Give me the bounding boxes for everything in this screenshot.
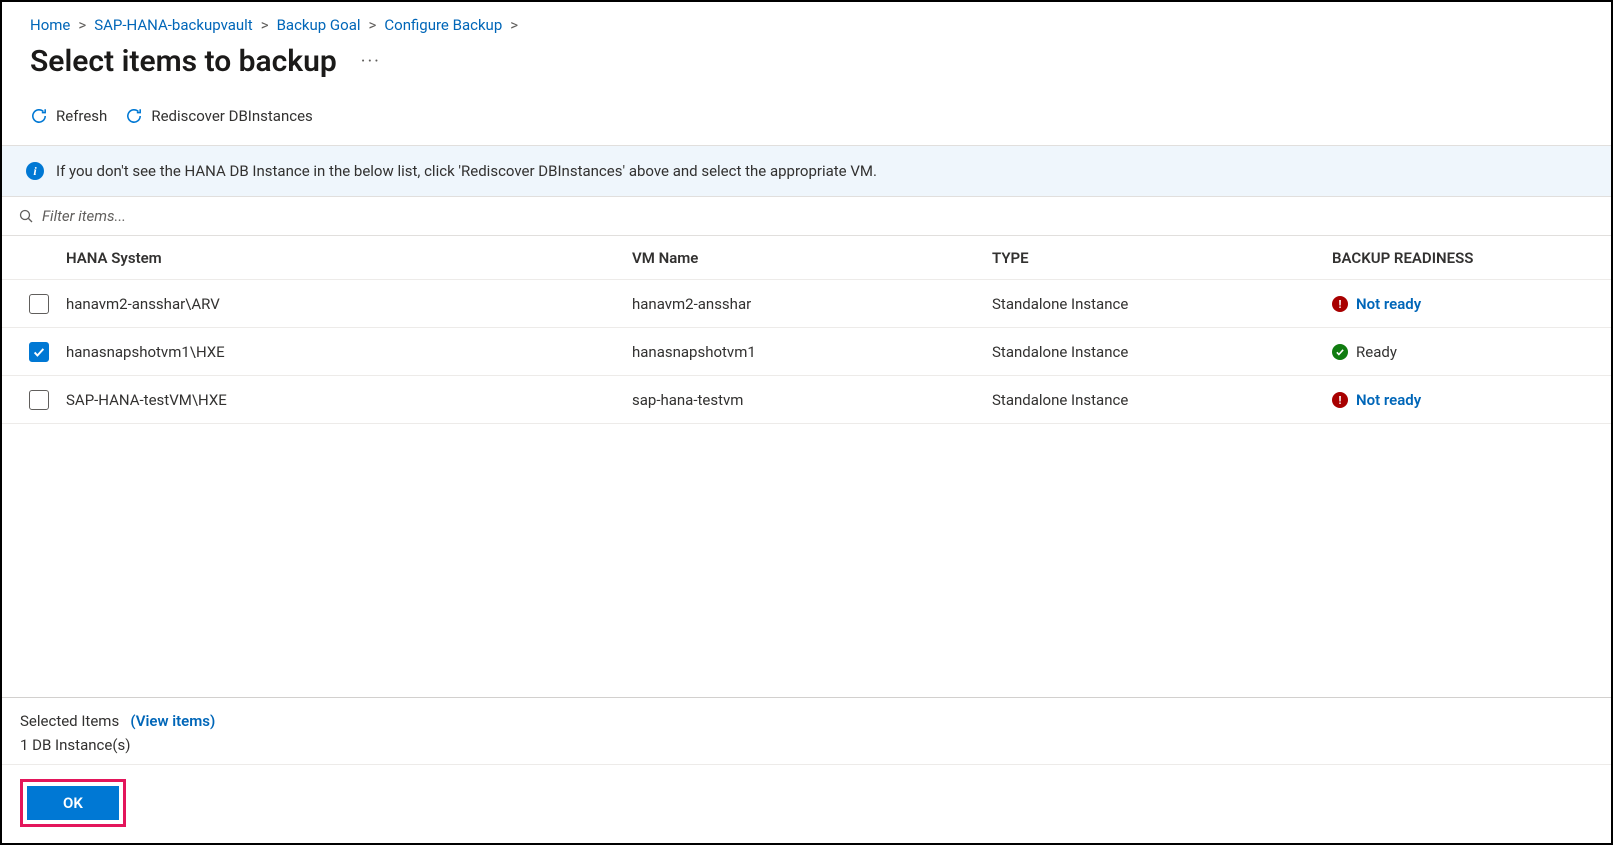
- info-icon: i: [26, 162, 44, 180]
- page-title: Select items to backup: [30, 44, 337, 79]
- chevron-right-icon: >: [261, 16, 269, 34]
- table-row[interactable]: hanavm2-ansshar\ARV hanavm2-ansshar Stan…: [2, 280, 1611, 328]
- refresh-icon: [30, 107, 48, 125]
- cell-system: hanasnapshotvm1\HXE: [62, 343, 632, 361]
- items-table: HANA System VM Name TYPE BACKUP READINES…: [2, 236, 1611, 697]
- readiness-link[interactable]: Not ready: [1356, 391, 1421, 409]
- check-icon: [32, 345, 46, 359]
- rediscover-button[interactable]: Rediscover DBInstances: [125, 107, 312, 125]
- footer-info: Selected Items (View items) 1 DB Instanc…: [2, 698, 1611, 765]
- info-bar: i If you don't see the HANA DB Instance …: [2, 146, 1611, 197]
- chevron-right-icon: >: [369, 16, 377, 34]
- breadcrumb-vault[interactable]: SAP-HANA-backupvault: [94, 16, 252, 34]
- refresh-icon: [125, 107, 143, 125]
- breadcrumb: Home > SAP-HANA-backupvault > Backup Goa…: [2, 2, 1611, 38]
- col-header-vm[interactable]: VM Name: [632, 249, 992, 267]
- title-row: Select items to backup ···: [2, 38, 1611, 103]
- breadcrumb-backup-goal[interactable]: Backup Goal: [277, 16, 361, 34]
- search-icon: [18, 208, 34, 224]
- breadcrumb-configure-backup[interactable]: Configure Backup: [384, 16, 502, 34]
- cell-type: Standalone Instance: [992, 391, 1332, 409]
- row-checkbox[interactable]: [29, 390, 49, 410]
- col-header-type[interactable]: TYPE: [992, 249, 1332, 267]
- readiness-link[interactable]: Not ready: [1356, 295, 1421, 313]
- table-row[interactable]: hanasnapshotvm1\HXE hanasnapshotvm1 Stan…: [2, 328, 1611, 376]
- success-icon: [1332, 344, 1348, 360]
- filter-row: [2, 197, 1611, 236]
- view-items-link[interactable]: (View items): [130, 712, 215, 730]
- table-row[interactable]: SAP-HANA-testVM\HXE sap-hana-testvm Stan…: [2, 376, 1611, 424]
- cell-vm: hanavm2-ansshar: [632, 295, 992, 313]
- row-checkbox[interactable]: [29, 294, 49, 314]
- toolbar: Refresh Rediscover DBInstances: [2, 103, 1611, 146]
- info-text: If you don't see the HANA DB Instance in…: [56, 162, 877, 180]
- refresh-label: Refresh: [56, 107, 107, 125]
- refresh-button[interactable]: Refresh: [30, 107, 107, 125]
- filter-input[interactable]: [42, 207, 1595, 225]
- footer-action: OK: [2, 765, 1611, 843]
- col-header-system[interactable]: HANA System: [62, 249, 632, 267]
- cell-type: Standalone Instance: [992, 295, 1332, 313]
- breadcrumb-home[interactable]: Home: [30, 16, 70, 34]
- row-checkbox[interactable]: [29, 342, 49, 362]
- footer: Selected Items (View items) 1 DB Instanc…: [2, 697, 1611, 843]
- chevron-right-icon: >: [78, 16, 86, 34]
- readiness-label: Ready: [1356, 343, 1397, 361]
- cell-vm: sap-hana-testvm: [632, 391, 992, 409]
- error-icon: !: [1332, 392, 1348, 408]
- more-actions-icon[interactable]: ···: [361, 51, 381, 72]
- rediscover-label: Rediscover DBInstances: [151, 107, 312, 125]
- selected-count: 1 DB Instance(s): [20, 736, 1593, 754]
- cell-system: hanavm2-ansshar\ARV: [62, 295, 632, 313]
- col-header-readiness[interactable]: BACKUP READINESS: [1332, 249, 1597, 267]
- error-icon: !: [1332, 296, 1348, 312]
- cell-type: Standalone Instance: [992, 343, 1332, 361]
- cell-vm: hanasnapshotvm1: [632, 343, 992, 361]
- cell-system: SAP-HANA-testVM\HXE: [62, 391, 632, 409]
- chevron-right-icon: >: [510, 16, 518, 34]
- table-header: HANA System VM Name TYPE BACKUP READINES…: [2, 236, 1611, 280]
- ok-highlight: OK: [20, 779, 126, 827]
- selected-items-label: Selected Items: [20, 712, 119, 730]
- ok-button[interactable]: OK: [27, 786, 119, 820]
